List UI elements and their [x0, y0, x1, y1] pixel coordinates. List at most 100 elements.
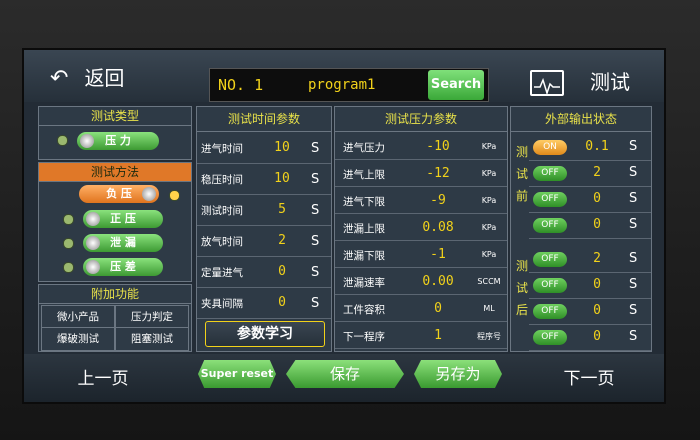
- row-divider: [529, 186, 651, 187]
- save-as-button[interactable]: 另存为: [414, 360, 502, 388]
- pressure-param-value[interactable]: -10: [405, 139, 471, 154]
- method-leak-indicator: [63, 238, 74, 249]
- pressure-param-label: 进气上限: [343, 169, 385, 181]
- pressure-param-unit: 程序号: [477, 332, 501, 341]
- before-output-value[interactable]: 2: [573, 165, 621, 180]
- pressure-param-unit: KPa: [481, 250, 497, 259]
- function-pressure-judgment[interactable]: 压力判定: [115, 305, 189, 329]
- knob-icon: [86, 212, 100, 226]
- row-divider: [197, 287, 331, 288]
- function-micro-product[interactable]: 微小产品: [41, 305, 115, 329]
- row-divider: [335, 240, 507, 241]
- row-divider: [335, 348, 507, 349]
- time-param-label: 夹具间隔: [201, 298, 243, 310]
- pressure-param-label: 泄漏下限: [343, 250, 385, 262]
- time-param-value[interactable]: 10: [257, 140, 307, 155]
- row-divider: [335, 267, 507, 268]
- after-output-value[interactable]: 0: [573, 277, 621, 292]
- row-divider: [529, 324, 651, 325]
- row-divider: [197, 256, 331, 257]
- pressure-param-unit: ML: [483, 304, 495, 313]
- before-output-toggle[interactable]: OFF: [533, 166, 567, 181]
- time-param-value[interactable]: 10: [257, 171, 307, 186]
- pressure-param-label: 进气下限: [343, 196, 385, 208]
- top-bar: ↶ 返回 NO. 1 program1 Search 测试: [24, 50, 664, 102]
- method-label: 正 压: [110, 212, 136, 225]
- pressure-param-value[interactable]: 0.08: [405, 220, 471, 235]
- before-output-value[interactable]: 0: [573, 191, 621, 206]
- prev-page-button[interactable]: 上一页: [38, 364, 168, 394]
- waveform-icon: [530, 70, 564, 96]
- function-burst-test[interactable]: 爆破测试: [41, 327, 115, 351]
- knob-icon: [142, 187, 156, 201]
- save-button[interactable]: 保存: [286, 360, 404, 388]
- method-positive-pressure[interactable]: 正 压: [83, 210, 163, 228]
- search-button[interactable]: Search: [428, 70, 484, 100]
- program-number: NO. 1: [218, 76, 264, 94]
- after-output-toggle[interactable]: OFF: [533, 304, 567, 319]
- pressure-param-label: 下一程序: [343, 331, 385, 343]
- time-param-unit: S: [311, 172, 320, 187]
- pressure-param-value[interactable]: 1: [405, 328, 471, 343]
- test-method-panel: 测试方法 负 压 正 压 泄 漏 压 差: [38, 162, 192, 282]
- time-param-label: 定量进气: [201, 267, 243, 279]
- pressure-param-value[interactable]: 0: [405, 301, 471, 316]
- before-output-toggle[interactable]: OFF: [533, 218, 567, 233]
- test-button[interactable]: 测试: [500, 64, 660, 100]
- pressure-param-label: 泄漏速率: [343, 277, 385, 289]
- before-output-toggle[interactable]: ON: [533, 140, 567, 155]
- output-status-title: 外部输出状态: [511, 107, 651, 132]
- row-divider: [529, 298, 651, 299]
- test-type-selector[interactable]: 压 力: [77, 132, 159, 150]
- pressure-param-value[interactable]: -1: [405, 247, 471, 262]
- before-output-toggle[interactable]: OFF: [533, 192, 567, 207]
- after-output-value[interactable]: 0: [573, 303, 621, 318]
- pressure-param-value[interactable]: -9: [405, 193, 471, 208]
- time-params-title: 测试时间参数: [197, 107, 331, 132]
- row-divider: [335, 294, 507, 295]
- test-type-panel: 测试类型 压 力: [38, 106, 192, 160]
- pressure-params-title: 测试压力参数: [335, 107, 507, 132]
- after-output-toggle[interactable]: OFF: [533, 252, 567, 267]
- super-reset-button[interactable]: Super reset: [198, 360, 276, 388]
- method-diff-indicator: [63, 262, 74, 273]
- method-leak[interactable]: 泄 漏: [83, 234, 163, 252]
- bottom-bar: 上一页 Super reset 保存 另存为 下一页: [24, 354, 664, 402]
- back-button[interactable]: ↶ 返回: [32, 58, 192, 98]
- after-output-toggle[interactable]: OFF: [533, 278, 567, 293]
- after-test-label: 测试后: [515, 255, 529, 343]
- knob-icon: [80, 134, 94, 148]
- after-output-toggle[interactable]: OFF: [533, 330, 567, 345]
- row-divider: [197, 225, 331, 226]
- before-output-unit: S: [629, 191, 638, 206]
- time-param-value[interactable]: 0: [257, 295, 307, 310]
- time-param-label: 测试时间: [201, 205, 243, 217]
- next-page-button[interactable]: 下一页: [524, 364, 654, 394]
- after-output-unit: S: [629, 251, 638, 266]
- time-param-value[interactable]: 5: [257, 202, 307, 217]
- method-differential[interactable]: 压 差: [83, 258, 163, 276]
- before-output-value[interactable]: 0.1: [573, 139, 621, 154]
- before-output-value[interactable]: 0: [573, 217, 621, 232]
- function-block-test[interactable]: 阻塞测试: [115, 327, 189, 351]
- method-positive-indicator: [63, 214, 74, 225]
- param-learn-button[interactable]: 参数学习: [205, 321, 325, 347]
- after-output-value[interactable]: 0: [573, 329, 621, 344]
- test-label: 测试: [590, 70, 630, 94]
- before-test-text: 测试前: [515, 145, 528, 203]
- method-label: 负 压: [106, 187, 132, 200]
- row-divider: [197, 194, 331, 195]
- knob-icon: [86, 236, 100, 250]
- pressure-param-value[interactable]: 0.00: [405, 274, 471, 289]
- row-divider: [197, 318, 331, 319]
- row-divider: [529, 272, 651, 273]
- pressure-param-unit: SCCM: [477, 277, 501, 286]
- time-param-value[interactable]: 2: [257, 233, 307, 248]
- pressure-param-value[interactable]: -12: [405, 166, 471, 181]
- row-divider: [335, 159, 507, 160]
- method-negative-pressure[interactable]: 负 压: [79, 185, 159, 203]
- after-output-value[interactable]: 2: [573, 251, 621, 266]
- time-param-value[interactable]: 0: [257, 264, 307, 279]
- pressure-param-label: 泄漏上限: [343, 223, 385, 235]
- test-method-title: 测试方法: [39, 163, 191, 182]
